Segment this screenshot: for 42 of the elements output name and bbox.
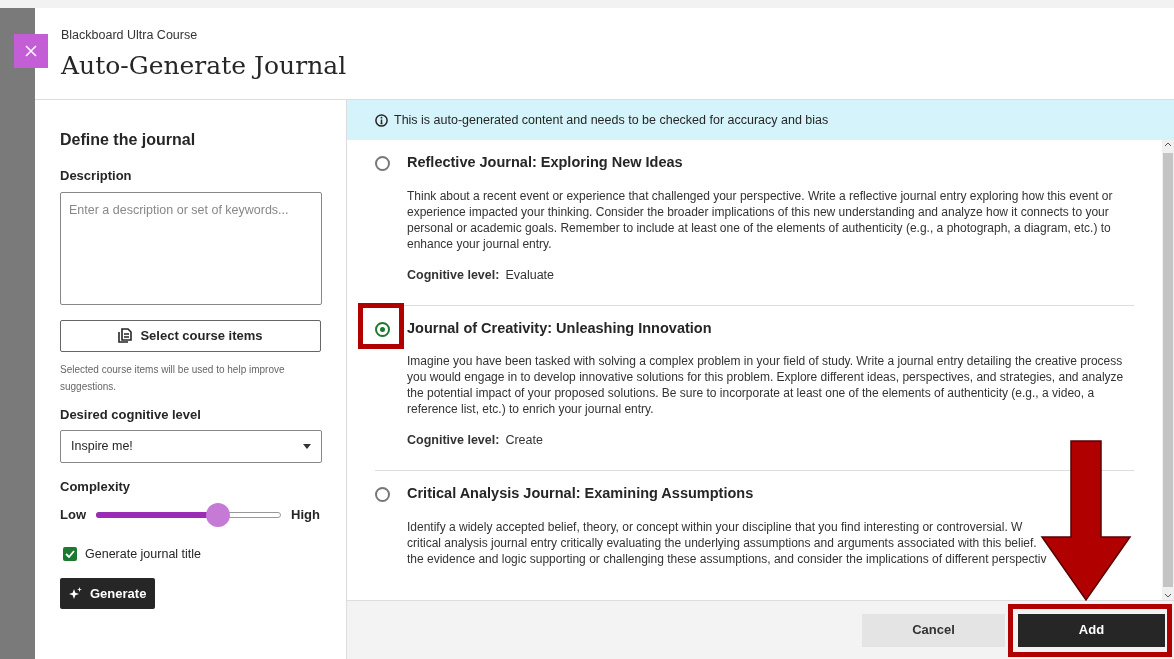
cognitive-level-value: Evaluate <box>505 266 555 284</box>
caret-icon <box>303 444 311 449</box>
modal-title: Auto-Generate Journal <box>61 49 348 82</box>
suggestion-title: Reflective Journal: Exploring New Ideas <box>407 153 684 172</box>
description-line: critical analysis journal entry critically evaluating the underlying assumptions and arguments associated with this belief. <box>407 534 1037 551</box>
suggestion-title: Critical Analysis Journal: Examining Assumptions <box>407 484 755 503</box>
description-line: Identify a widely accepted belief, theory, or concept within your discipline that you find interesting or controversial. W <box>407 518 1023 535</box>
document-icon <box>118 328 133 343</box>
cognitive-level-value: Create <box>505 432 543 450</box>
suggestion-description: Think about a recent event or experience that challenged your perspective. Write a reflective journal entry exploring how this event or experience impacted your thinking. Consider the broader implications of this new understanding and analyze how it connects to your personal or academic goals. Remember to include at least one of the elements of authenticity (e.g., a photograph, a diagram, etc.) to enhance your journal entry. <box>407 187 1114 252</box>
scroll-down-icon[interactable] <box>1164 593 1172 598</box>
radio-button[interactable] <box>374 321 390 337</box>
cognitive-level-label: Desired cognitive level <box>60 405 202 424</box>
select-course-items-button[interactable]: Select course items <box>60 319 321 352</box>
suggestion-title: Journal of Creativity: Unleashing Innovation <box>407 318 713 338</box>
radio-button[interactable] <box>374 156 390 171</box>
suggestion-description: Imagine you have been tasked with solving a complex problem in your field of study. Write a journal entry detailing the creative process you would engage in to develop innovative solutions for this problem. Explore different ideas, perspectives, and strategies, and analyze the potential impact of your proposed solutions. Be sure to incorporate at least one of the elements of authenticity (e.g., a video, a reference list, etc.) to enrich your journal entry. <box>407 353 1125 418</box>
description-field[interactable]: Enter a description or set of keywords... <box>60 191 322 305</box>
scrollbar[interactable] <box>1162 140 1174 600</box>
radio-button[interactable] <box>374 487 390 502</box>
generate-button[interactable]: Generate <box>60 578 156 610</box>
slider-high-label: High <box>291 505 320 524</box>
close-icon <box>25 45 37 57</box>
sparkle-icon <box>69 587 82 601</box>
hint-text: Selected course items will be used to help improve suggestions. <box>60 362 286 394</box>
complexity-label: Complexity <box>60 478 132 496</box>
cancel-button[interactable]: Cancel <box>862 613 1005 647</box>
scroll-up-icon[interactable] <box>1164 142 1172 147</box>
description-label: Description <box>60 167 133 185</box>
add-button[interactable]: Add <box>1018 613 1165 647</box>
course-name: Blackboard Ultra Course <box>61 27 199 44</box>
cognitive-level-label: Cognitive level: <box>407 266 500 284</box>
notice-text: This is auto-generated content and needs to be checked for accuracy and bias <box>394 111 829 129</box>
complexity-slider[interactable] <box>96 502 281 527</box>
checkbox-label: Generate journal title <box>85 545 202 563</box>
description-line: the evidence and logic supporting or challenging these assumptions, and consider the implications of different perspectiv <box>407 550 1047 567</box>
info-icon <box>375 113 388 127</box>
cognitive-level-label: Cognitive level: <box>407 432 500 450</box>
section-heading: Define the journal <box>60 130 197 150</box>
slider-low-label: Low <box>60 505 86 524</box>
cognitive-level-select[interactable]: Inspire me! <box>60 430 322 463</box>
checkbox[interactable] <box>63 546 77 561</box>
